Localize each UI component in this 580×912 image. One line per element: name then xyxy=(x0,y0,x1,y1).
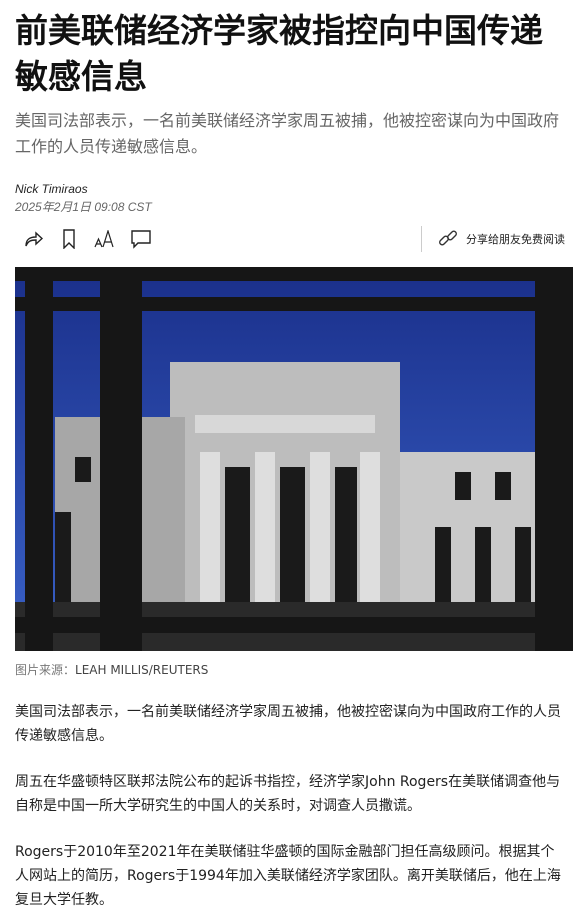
photo-credit-source: LEAH MILLIS/REUTERS xyxy=(75,663,209,677)
share-free-label: 分享给朋友免费阅读 xyxy=(466,233,565,246)
author[interactable]: Nick Timiraos xyxy=(15,182,565,196)
article-paragraph: Rogers于2010年至2021年在美联储驻华盛顿的国际金融部门担任高级顾问。… xyxy=(15,844,561,908)
subheadline: 美国司法部表示，一名前美联储经济学家周五被捕，他被控密谋向为中国政府工作的人员传… xyxy=(15,111,560,156)
share-free-button[interactable]: 分享给朋友免费阅读 xyxy=(438,228,565,251)
federal-reserve-building-photo xyxy=(15,267,573,651)
bookmark-icon[interactable] xyxy=(51,229,87,249)
share-icon[interactable] xyxy=(15,230,51,248)
photo-credit: 图片来源：LEAH MILLIS/REUTERS xyxy=(15,661,565,678)
article-toolbar: 分享给朋友免费阅读 xyxy=(15,219,565,259)
headline: 前美联储经济学家被指控向中国传递敏感信息 xyxy=(15,11,543,96)
font-size-icon[interactable] xyxy=(87,230,123,248)
article-paragraph: 美国司法部表示，一名前美联储经济学家周五被捕，他被控密谋向为中国政府工作的人员传… xyxy=(15,704,561,744)
publish-date: 2025年2月1日 09:08 CST xyxy=(15,200,152,214)
link-icon xyxy=(438,228,458,251)
toolbar-divider xyxy=(421,226,422,252)
comment-icon[interactable] xyxy=(123,229,159,249)
article-paragraph: 周五在华盛顿特区联邦法院公布的起诉书指控，经济学家John Rogers在美联储… xyxy=(15,774,561,814)
photo-credit-label: 图片来源： xyxy=(15,663,76,677)
